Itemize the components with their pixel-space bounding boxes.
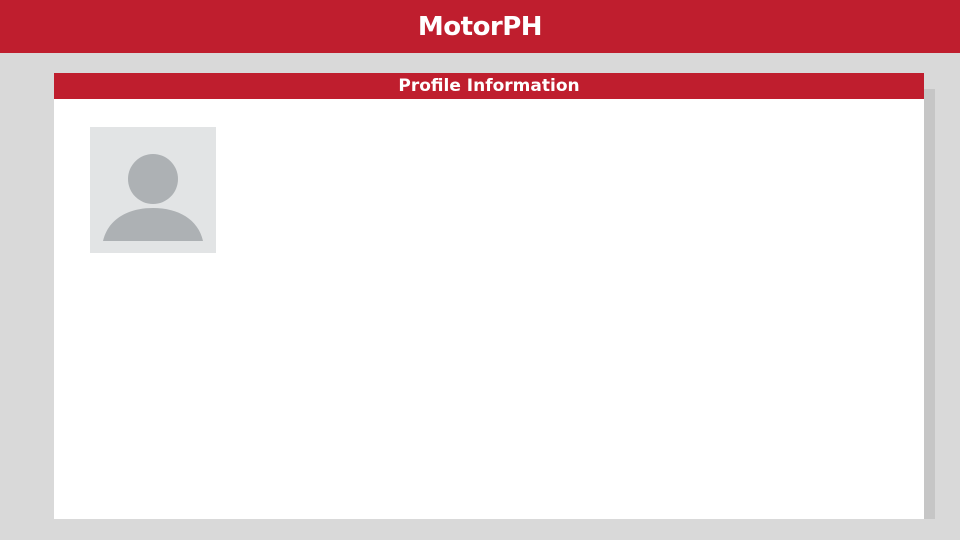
avatar: [90, 127, 216, 253]
user-placeholder-icon: [103, 154, 203, 241]
app-header: MotorPH: [0, 0, 960, 53]
app-title: MotorPH: [417, 11, 543, 42]
profile-card-header: Profile Information: [54, 73, 924, 99]
profile-card: Profile Information: [54, 73, 924, 519]
profile-section-title: Profile Information: [398, 75, 580, 96]
